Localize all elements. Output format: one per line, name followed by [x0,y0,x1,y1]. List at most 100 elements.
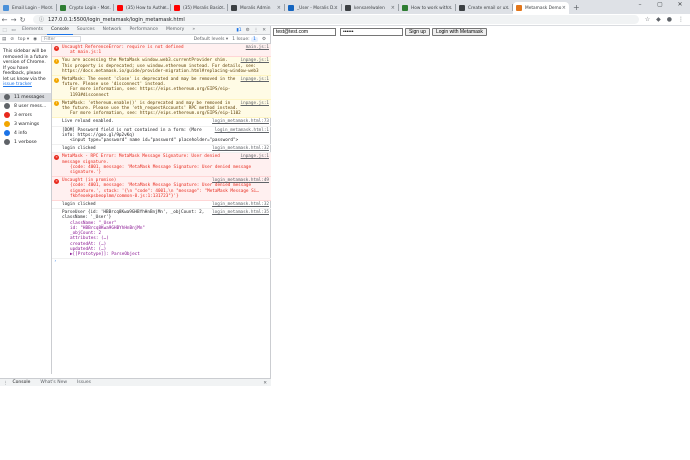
devtools-tab[interactable]: Elements [18,25,47,35]
close-devtools-icon[interactable]: ✕ [262,28,266,33]
menu-icon[interactable]: ⋮ [678,16,684,23]
message-source-link[interactable]: login_metamask.html:1 [215,128,269,133]
email-input[interactable] [273,28,336,36]
sidebar-filter-item[interactable]: 8 user mess... [0,102,51,111]
new-tab-button[interactable]: + [569,3,584,12]
message-source-link[interactable]: login_metamask.html:73 [212,119,269,124]
message-source-link[interactable]: login_metamask.html:35 [212,210,269,215]
devtools-tab[interactable]: Performance [125,25,162,35]
star-icon[interactable]: ☆ [645,16,650,23]
profile-icon[interactable]: ● [667,16,672,23]
warning-icon: ! [54,101,59,107]
message-source-link[interactable]: login_metamask.html:32 [212,202,269,207]
browser-tab[interactable]: (35) How to Authe... × [114,2,170,14]
browser-tab[interactable]: Crypto Login - Mo... × [57,2,113,14]
tab-favicon-icon [345,5,351,11]
tab-close-icon[interactable]: × [505,5,509,11]
console-message: ✕ login_metamask.html:49 Uncaught (in prom… [52,177,271,202]
level-icon [4,130,10,136]
message-detail: For more information, see: https://eips.… [70,87,231,98]
inspect-icon[interactable]: ⬚ [0,28,9,33]
devtools-tab[interactable]: Console [46,25,73,35]
tab-favicon-icon [117,5,123,11]
browser-tab[interactable]: Metamask Demo × [513,2,569,14]
tab-close-icon[interactable]: × [391,5,395,11]
password-input[interactable] [340,28,403,36]
message-source-link[interactable]: main.js:1 [246,45,269,50]
issues-badge[interactable]: ▮1 [236,28,241,33]
object-property[interactable]: ▶[[Prototype]]: ParseObject [62,252,269,257]
browser-tab[interactable]: Create email or u... × [456,2,512,14]
devtools-tab[interactable]: Network [99,25,126,35]
close-window-icon[interactable]: ✕ [670,0,690,10]
sidebar-filter-item[interactable]: 11 messages [0,92,51,102]
reload-icon[interactable]: ↻ [18,16,27,24]
browser-tab[interactable]: _User - Moralis D... × [285,2,341,14]
sidebar-filter-item[interactable]: 1 verbose [0,138,51,147]
browser-tab[interactable]: kensarelwalen × [342,2,398,14]
console-object-entry[interactable]: login_metamask.html:35 ParseUser {id: 'HB… [52,209,271,260]
tab-close-icon[interactable]: × [49,5,53,11]
site-info-icon[interactable]: ⓘ [39,16,44,23]
login-metamask-button[interactable]: Login with Metamask [431,28,487,36]
tab-close-icon[interactable]: × [334,5,338,11]
browser-tab[interactable]: (35) Moralis Basic... × [171,2,227,14]
message-source-link[interactable]: inpage.js:1 [241,101,269,106]
context-select[interactable]: top ▾ [18,37,29,42]
tab-close-icon[interactable]: × [163,5,167,11]
devtools-tab[interactable]: » [188,25,199,35]
sidebar-filter-item[interactable]: 4 info [0,129,51,138]
device-toolbar-icon[interactable]: ▭ [9,28,18,33]
tab-label: Moralis Admin [240,5,271,11]
tab-favicon-icon [174,5,180,11]
message-source-link[interactable]: login_metamask.html:32 [212,146,269,151]
console-settings-icon[interactable]: ⚙ [262,37,266,42]
minimize-icon[interactable]: – [630,0,650,10]
message-source-link[interactable]: inpage.js:1 [241,154,269,159]
tab-close-icon[interactable]: × [277,5,281,11]
eye-icon[interactable]: ◉ [33,37,37,42]
tab-close-icon[interactable]: × [220,5,224,11]
tab-close-icon[interactable]: × [562,5,566,11]
console-message: ✕ main.js:1 Uncaught ReferenceError: requi… [52,44,271,58]
issues-link[interactable]: 1 Issue: 1 [232,36,258,42]
console-message: ! inpage.js:1 MetaMask: The event 'close' … [52,76,271,100]
clear-console-icon[interactable]: ⊘ [10,37,14,42]
message-source-link[interactable]: inpage.js:1 [241,77,269,82]
login-form: Sign up Login with Metamask [273,28,487,36]
console-filter-bar: ▤ ⊘ top ▾ ◉ Filter Default levels ▾ 1 Is… [0,35,270,44]
sidebar-filter-item[interactable]: 3 warnings [0,120,51,129]
message-source-link[interactable]: inpage.js:1 [241,58,269,63]
browser-tab[interactable]: Moralis Admin × [228,2,284,14]
maximize-icon[interactable]: ▢ [650,0,670,10]
tab-label: Create email or u... [468,5,510,11]
filter-input[interactable]: Filter [41,36,82,42]
settings-gear-icon[interactable]: ⚙ [246,28,250,33]
tab-close-icon[interactable]: × [106,5,110,11]
close-drawer-icon[interactable]: ✕ [263,381,271,386]
message-text: MetaMask: The event 'close' is deprecate… [62,77,236,88]
tab-close-icon[interactable]: × [448,5,452,11]
back-icon[interactable]: ← [0,16,9,24]
forward-icon[interactable]: → [9,16,18,24]
sidebar-filter-item[interactable]: 3 errors [0,111,51,120]
browser-tab[interactable]: How to work with... × [399,2,455,14]
tab-favicon-icon [231,5,237,11]
browser-tab[interactable]: Email Login - Mor... × [0,2,56,14]
signup-button[interactable]: Sign up [405,28,430,36]
extensions-icon[interactable]: ◆ [656,16,661,23]
sidebar-item-label: 3 errors [14,112,32,118]
console-prompt[interactable]: › [52,259,271,264]
drawer-menu-icon[interactable]: ⋮ [0,381,8,386]
issue-tracker-link[interactable]: issue tracker [3,82,32,87]
devtools-tab[interactable]: Sources [73,25,99,35]
devtools-tab[interactable]: Memory [162,25,188,35]
address-bar[interactable]: ⓘ 127.0.0.1:5500/login_metamask/login_me… [33,15,639,24]
message-detail: For more information, see: https://eips.… [70,111,241,117]
tab-label: _User - Moralis D... [297,5,338,11]
sidebar-toggle-icon[interactable]: ▤ [2,37,6,42]
levels-select[interactable]: Default levels ▾ [194,37,229,42]
more-options-icon[interactable]: ⋮ [254,28,259,33]
message-detail: <input type="password" name id="password… [70,138,239,144]
level-icon [4,112,10,118]
